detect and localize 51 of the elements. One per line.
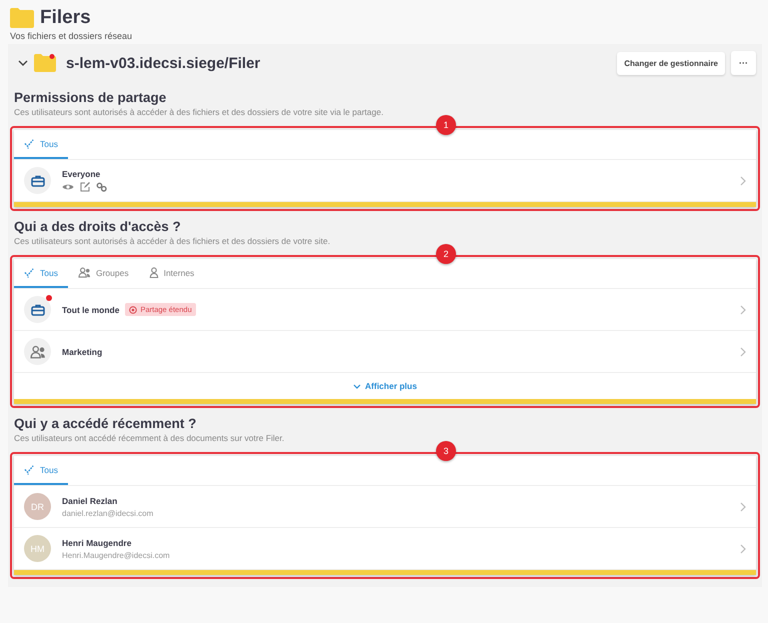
callout-number: 3 [436,441,456,461]
chevron-right-icon [740,304,746,314]
chevron-right-icon [740,176,746,186]
section-title: Permissions de partage [14,90,168,105]
briefcase-icon [30,174,44,186]
section-title: Qui y a accédé récemment ? [14,416,198,431]
section-title: Qui a des droits d'accès ? [14,219,182,234]
callout-number: 1 [436,115,456,135]
chevron-right-icon [740,544,746,554]
filter-tab[interactable]: Tous [14,130,68,159]
section-description: Ces utilisateurs ont accédé récemment à des documents sur votre Filer. [14,433,286,443]
briefcase-icon [30,304,44,316]
more-button[interactable]: ··· [731,51,756,75]
filter-tab[interactable]: Groupes [68,259,139,288]
list-row[interactable]: Marketing [14,331,756,373]
row-name: Tout le monde [62,304,120,314]
check-icon [24,267,35,278]
list-row[interactable]: DR Daniel Rezlan daniel.rezlan@idecsi.com [14,486,756,528]
page-subtitle: Vos fichiers et dossiers réseau [10,31,134,41]
callout-number: 2 [436,244,456,264]
chevron-icon[interactable] [18,60,28,66]
row-email: Henri.Maugendre@idecsi.com [62,550,171,560]
row-name: Everyone [62,169,100,179]
section-description: Ces utilisateurs sont autorisés à accéder à des fichiers et des dossiers de votre site via le partage. [14,107,384,117]
row-email: daniel.rezlan@idecsi.com [62,508,154,518]
user-icon [148,267,159,278]
folder-icon [34,54,56,72]
group-icon [30,344,46,358]
chevron-down-icon [353,384,362,388]
avatar: DR [24,493,51,520]
avatar: HM [24,535,51,562]
filter-tab[interactable]: Tous [14,259,68,288]
filter-tab[interactable]: Tous [14,456,68,485]
eye-icon [62,183,74,191]
edit-icon [80,182,90,192]
chevron-right-icon [740,502,746,512]
check-icon [24,464,35,475]
show-more-link[interactable]: Afficher plus [347,373,423,399]
chevron-right-icon [740,346,746,356]
page-title: Filers [40,7,91,29]
section-description: Ces utilisateurs sont autorisés à accéder à des fichiers et des dossiers de votre site. [14,236,332,246]
folder-icon [10,8,34,28]
action-button[interactable]: Changer de gestionnaire [617,52,725,74]
group-icon [78,267,91,278]
row-name: Henri Maugendre [62,538,132,548]
warning-icon [129,306,138,314]
filer-name: s-lem-v03.idecsi.siege/Filer [66,54,260,72]
row-name: Daniel Rezlan [62,496,118,506]
row-name: Marketing [62,346,102,356]
filter-tab[interactable]: Internes [138,259,204,288]
check-icon [24,138,35,149]
